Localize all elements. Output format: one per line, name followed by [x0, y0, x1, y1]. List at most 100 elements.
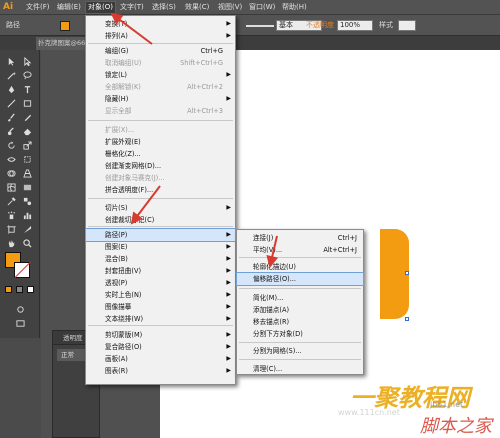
symbol-sprayer-tool-icon[interactable]: [5, 210, 17, 221]
menu-object[interactable]: 对象(O): [85, 1, 116, 14]
path-submenu-item[interactable]: 偏移路径(O)...: [236, 272, 364, 286]
object-menu-item[interactable]: 全部解锁(K) Alt+Ctrl+2: [86, 81, 235, 93]
object-menu-item[interactable]: 路径(P) ▶: [85, 228, 236, 242]
shape-builder-tool-icon[interactable]: [5, 168, 17, 179]
object-menu-item[interactable]: 扩展(X)...: [86, 124, 235, 136]
object-menu-item[interactable]: 创建对象马赛克(J)...: [86, 172, 235, 184]
selection-type-label: 路径: [6, 21, 20, 29]
free-transform-tool-icon[interactable]: [21, 154, 33, 165]
width-tool-icon[interactable]: [5, 154, 17, 165]
line-tool-icon[interactable]: [5, 98, 17, 109]
object-menu-item[interactable]: 创建裁切标记(C): [86, 214, 235, 226]
color-mode-swatch[interactable]: [5, 286, 12, 293]
submenu-arrow-icon: ▶: [226, 291, 231, 298]
hand-tool-icon[interactable]: [5, 238, 17, 249]
blend-tool-icon[interactable]: [21, 196, 33, 207]
pen-tool-icon[interactable]: [5, 84, 17, 95]
screen-mode-icon[interactable]: [14, 318, 26, 329]
fill-color-swatch[interactable]: [60, 21, 70, 31]
direct-selection-tool-icon[interactable]: [21, 56, 33, 67]
pencil-tool-icon[interactable]: [21, 112, 33, 123]
object-menu-item[interactable]: 剪切蒙版(M) ▶: [86, 329, 235, 341]
stroke-color-box[interactable]: [14, 262, 30, 278]
zoom-tool-icon[interactable]: [21, 238, 33, 249]
menu-window[interactable]: 窗口(W): [247, 1, 277, 14]
lasso-tool-icon[interactable]: [21, 70, 33, 81]
object-menu-item[interactable]: 封套扭曲(V) ▶: [86, 265, 235, 277]
none-mode-swatch[interactable]: [27, 286, 34, 293]
path-submenu-item[interactable]: 平均(V)... Alt+Ctrl+J: [237, 244, 363, 256]
object-menu-item[interactable]: 扩展外观(E): [86, 136, 235, 148]
object-menu-item[interactable]: 隐藏(H) ▶: [86, 93, 235, 105]
opacity-label[interactable]: 不透明度: [306, 20, 334, 30]
menu-file[interactable]: 文件(F): [24, 1, 52, 14]
menu-item-label: 透视(P): [105, 279, 128, 287]
path-submenu-item[interactable]: 添加锚点(A): [237, 304, 363, 316]
menu-item-label: 创建对象马赛克(J)...: [105, 174, 165, 182]
style-swatch[interactable]: [398, 20, 416, 31]
path-submenu-item[interactable]: 连接(J) Ctrl+J: [237, 232, 363, 244]
submenu-arrow-icon: ▶: [226, 255, 231, 262]
submenu-arrow-icon: ▶: [226, 303, 231, 310]
path-submenu-item[interactable]: 简化(M)...: [237, 292, 363, 304]
menu-help[interactable]: 帮助(H): [280, 1, 309, 14]
object-menu-item[interactable]: 切片(S) ▶: [86, 202, 235, 214]
magic-wand-tool-icon[interactable]: [5, 70, 17, 81]
paintbrush-tool-icon[interactable]: [5, 112, 17, 123]
object-menu-item[interactable]: 拼合透明度(F)...: [86, 184, 235, 196]
eyedropper-tool-icon[interactable]: [5, 196, 17, 207]
menu-item-label: 锁定(L): [105, 71, 128, 79]
mesh-tool-icon[interactable]: [5, 182, 17, 193]
eraser-tool-icon[interactable]: [21, 126, 33, 137]
object-menu-item[interactable]: 锁定(L) ▶: [86, 69, 235, 81]
type-tool-icon[interactable]: [21, 84, 33, 95]
drawing-mode-icon[interactable]: [14, 304, 26, 315]
path-submenu-item[interactable]: 分割下方对象(D): [237, 328, 363, 340]
menu-item-label: 文本绕排(W): [105, 315, 144, 323]
blob-brush-tool-icon[interactable]: [5, 126, 17, 137]
object-menu-item[interactable]: 栅格化(Z)...: [86, 148, 235, 160]
selection-handle[interactable]: [405, 317, 409, 321]
menu-edit[interactable]: 编辑(E): [55, 1, 83, 14]
artboard-tool-icon[interactable]: [5, 224, 17, 235]
rectangle-tool-icon[interactable]: [21, 98, 33, 109]
document-tab[interactable]: 扑克牌图案@66.67%: [36, 37, 92, 50]
scale-tool-icon[interactable]: [21, 140, 33, 151]
menu-item-shortcut: Ctrl+G: [200, 47, 223, 55]
gradient-tool-icon[interactable]: [21, 182, 33, 193]
object-menu-item[interactable]: 实时上色(N) ▶: [86, 289, 235, 301]
object-menu-item[interactable]: 画板(A) ▶: [86, 353, 235, 365]
opacity-input[interactable]: 100%: [337, 20, 373, 31]
path-submenu-item[interactable]: 移去锚点(R): [237, 316, 363, 328]
object-menu-item[interactable]: 显示全部 Alt+Ctrl+3: [86, 105, 235, 117]
object-menu-item[interactable]: 图案(E) ▶: [86, 241, 235, 253]
path-submenu-item[interactable]: 分割为网格(S)...: [237, 345, 363, 357]
graph-tool-icon[interactable]: [21, 210, 33, 221]
path-submenu-item[interactable]: 清理(C)...: [237, 363, 363, 375]
menu-view[interactable]: 视图(V): [216, 1, 244, 14]
object-menu-item[interactable]: 创建渐变网格(D)...: [86, 160, 235, 172]
gradient-mode-swatch[interactable]: [16, 286, 23, 293]
object-menu-item[interactable]: 混合(B) ▶: [86, 253, 235, 265]
object-menu-item[interactable]: 图表(R) ▶: [86, 365, 235, 377]
object-menu-item[interactable]: 文本绕排(W) ▶: [86, 313, 235, 325]
selection-tool-icon[interactable]: [5, 56, 17, 67]
submenu-separator: [239, 342, 361, 343]
menu-select[interactable]: 选择(S): [150, 1, 178, 14]
menu-item-label: 全部解锁(K): [105, 83, 141, 91]
perspective-grid-tool-icon[interactable]: [21, 168, 33, 179]
object-menu-item[interactable]: 变换(T) ▶: [86, 18, 235, 30]
path-submenu-item[interactable]: 轮廓化描边(U): [237, 261, 363, 273]
object-menu-item[interactable]: 排列(A) ▶: [86, 30, 235, 42]
object-menu-item[interactable]: 图像描摹 ▶: [86, 301, 235, 313]
menu-effect[interactable]: 效果(C): [183, 1, 211, 14]
rotate-tool-icon[interactable]: [5, 140, 17, 151]
object-menu-item[interactable]: 透视(P) ▶: [86, 277, 235, 289]
menu-type[interactable]: 文字(T): [118, 1, 146, 14]
menu-item-label: 排列(A): [105, 32, 128, 40]
object-menu-item[interactable]: 编组(G) Ctrl+G: [86, 45, 235, 57]
object-menu-item[interactable]: 复合路径(O) ▶: [86, 341, 235, 353]
selection-handle[interactable]: [405, 271, 409, 275]
slice-tool-icon[interactable]: [21, 224, 33, 235]
object-menu-item[interactable]: 取消编组(U) Shift+Ctrl+G: [86, 57, 235, 69]
